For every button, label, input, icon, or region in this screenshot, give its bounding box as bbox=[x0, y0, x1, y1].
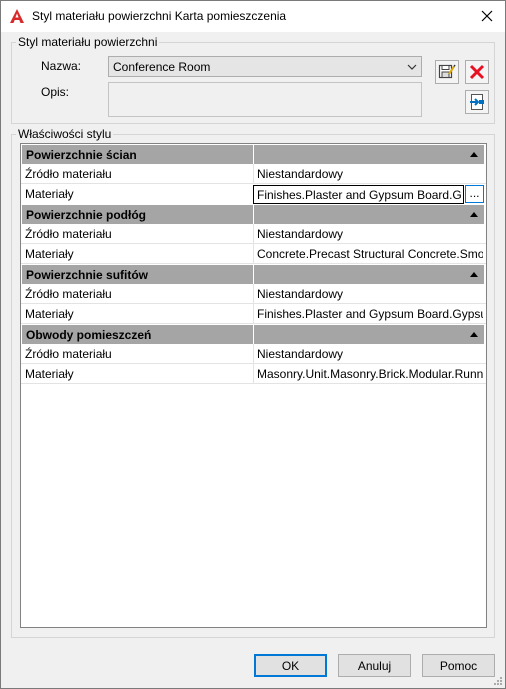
property-value[interactable]: Niestandardowy bbox=[257, 287, 483, 301]
category-ceiling-surfaces[interactable]: Powierzchnie sufitów bbox=[21, 264, 486, 284]
save-edit-icon bbox=[438, 64, 456, 79]
column-divider bbox=[253, 224, 254, 244]
category-cell-right bbox=[254, 325, 484, 344]
autocad-app-icon bbox=[10, 9, 24, 23]
property-name: Źródło materiału bbox=[25, 167, 112, 181]
category-cell-right bbox=[254, 205, 484, 224]
close-icon bbox=[481, 10, 493, 22]
category-wall-surfaces[interactable]: Powierzchnie ścian bbox=[21, 144, 486, 164]
category-room-perimeters[interactable]: Obwody pomieszczeń bbox=[21, 324, 486, 344]
style-name-value: Conference Room bbox=[113, 60, 211, 74]
style-properties-group-label: Właściwości stylu bbox=[16, 127, 114, 141]
browse-materials-button[interactable]: ... bbox=[465, 185, 484, 203]
category-label: Powierzchnie sufitów bbox=[26, 268, 149, 282]
property-name: Źródło materiału bbox=[25, 287, 112, 301]
delete-style-button[interactable] bbox=[465, 60, 489, 84]
column-divider bbox=[253, 164, 254, 184]
materials-edit-field[interactable]: Finishes.Plaster and Gypsum Board.Gypsum bbox=[253, 185, 464, 204]
import-icon bbox=[470, 94, 484, 110]
property-row[interactable]: Materiały Finishes.Plaster and Gypsum Bo… bbox=[21, 304, 486, 324]
column-divider bbox=[253, 304, 254, 324]
delete-icon bbox=[469, 64, 485, 80]
property-value: Finishes.Plaster and Gypsum Board.Gypsum bbox=[257, 188, 462, 202]
category-label: Powierzchnie ścian bbox=[26, 148, 137, 162]
style-name-dropdown[interactable]: Conference Room bbox=[108, 56, 422, 77]
property-grid[interactable]: Powierzchnie ścian Źródło materiału Nies… bbox=[20, 143, 487, 628]
property-row[interactable]: Materiały Masonry.Unit.Masonry.Brick.Mod… bbox=[21, 364, 486, 384]
import-style-button[interactable] bbox=[465, 90, 489, 114]
category-cell-right bbox=[254, 265, 484, 284]
category-label: Obwody pomieszczeń bbox=[26, 328, 152, 342]
property-name: Źródło materiału bbox=[25, 227, 112, 241]
help-button[interactable]: Pomoc bbox=[422, 654, 495, 677]
property-row[interactable]: Źródło materiału Niestandardowy bbox=[21, 224, 486, 244]
description-label: Opis: bbox=[41, 85, 70, 99]
property-name: Materiały bbox=[25, 187, 74, 201]
property-name: Materiały bbox=[25, 307, 74, 321]
column-divider bbox=[253, 344, 254, 364]
chevron-down-icon bbox=[407, 64, 417, 70]
category-cell-right bbox=[254, 145, 484, 164]
property-name: Materiały bbox=[25, 247, 74, 261]
description-field[interactable] bbox=[108, 82, 422, 117]
ok-button[interactable]: OK bbox=[254, 654, 327, 677]
property-row[interactable]: Źródło materiału Niestandardowy bbox=[21, 284, 486, 304]
property-value[interactable]: Concrete.Precast Structural Concrete.Smo… bbox=[257, 247, 483, 261]
column-divider bbox=[253, 284, 254, 304]
property-name: Materiały bbox=[25, 367, 74, 381]
title-bar[interactable]: Styl materiału powierzchni Karta pomiesz… bbox=[1, 1, 505, 32]
window-title: Styl materiału powierzchni Karta pomiesz… bbox=[32, 9, 287, 23]
close-button[interactable] bbox=[469, 1, 505, 31]
collapse-arrow-icon[interactable] bbox=[470, 272, 478, 277]
category-cell: Powierzchnie ścian bbox=[22, 145, 253, 164]
name-label: Nazwa: bbox=[41, 59, 82, 73]
property-row[interactable]: Źródło materiału Niestandardowy bbox=[21, 164, 486, 184]
collapse-arrow-icon[interactable] bbox=[470, 152, 478, 157]
property-value[interactable]: Niestandardowy bbox=[257, 227, 483, 241]
property-value[interactable]: Finishes.Plaster and Gypsum Board.Gypsum bbox=[257, 307, 483, 321]
resize-grip-icon[interactable] bbox=[493, 676, 503, 686]
category-cell: Powierzchnie podłóg bbox=[22, 205, 253, 224]
property-value[interactable]: Niestandardowy bbox=[257, 347, 483, 361]
save-style-button[interactable] bbox=[435, 60, 459, 84]
row-divider bbox=[21, 383, 486, 384]
surface-style-group-label: Styl materiału powierzchni bbox=[16, 35, 160, 49]
property-row[interactable]: Materiały Finishes.Plaster and Gypsum Bo… bbox=[21, 184, 486, 204]
property-row[interactable]: Materiały Concrete.Precast Structural Co… bbox=[21, 244, 486, 264]
collapse-arrow-icon[interactable] bbox=[470, 332, 478, 337]
category-floor-surfaces[interactable]: Powierzchnie podłóg bbox=[21, 204, 486, 224]
category-cell: Obwody pomieszczeń bbox=[22, 325, 253, 344]
dialog-window: Styl materiału powierzchni Karta pomiesz… bbox=[0, 0, 506, 689]
category-cell: Powierzchnie sufitów bbox=[22, 265, 253, 284]
column-divider bbox=[253, 244, 254, 264]
property-row[interactable]: Źródło materiału Niestandardowy bbox=[21, 344, 486, 364]
property-name: Źródło materiału bbox=[25, 347, 112, 361]
property-value[interactable]: Niestandardowy bbox=[257, 167, 483, 181]
collapse-arrow-icon[interactable] bbox=[470, 212, 478, 217]
cancel-button[interactable]: Anuluj bbox=[338, 654, 411, 677]
category-label: Powierzchnie podłóg bbox=[26, 208, 147, 222]
property-value[interactable]: Masonry.Unit.Masonry.Brick.Modular.Runni… bbox=[257, 367, 483, 381]
column-divider bbox=[253, 364, 254, 384]
